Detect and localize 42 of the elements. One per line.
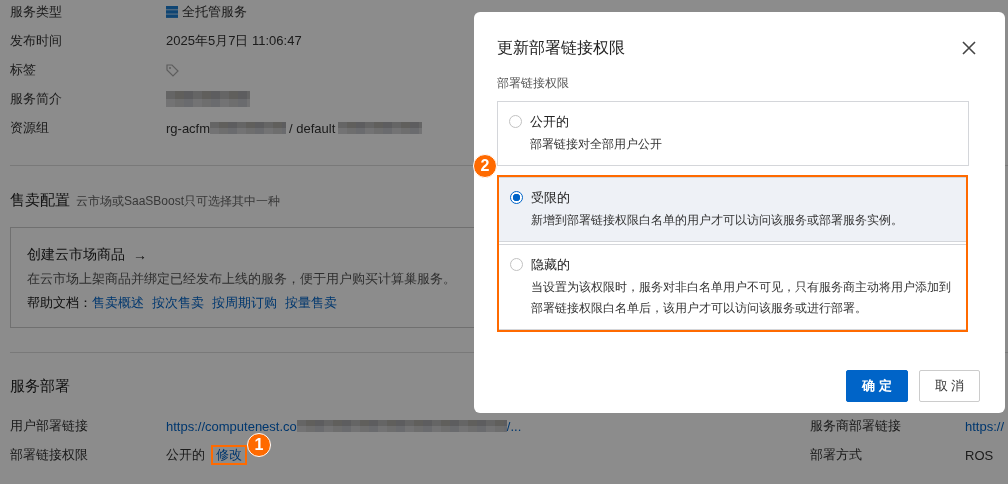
callout-badge: 2 <box>473 154 497 178</box>
field-label: 服务类型 <box>10 3 63 21</box>
field-label: 服务商部署链接 <box>810 417 902 435</box>
section-title: 售卖配置 <box>10 191 70 210</box>
field-label: 部署方式 <box>810 446 863 464</box>
field-value: 公开的 <box>166 446 205 464</box>
field-label: 资源组 <box>10 119 50 137</box>
help-label: 帮助文档： <box>27 294 92 312</box>
radio-option[interactable]: 受限的 新增到部署链接权限白名单的用户才可以访问该服务或部署服务实例。 <box>499 177 966 242</box>
help-link[interactable]: 按周期订购 <box>212 294 277 312</box>
deploy-link[interactable]: https:// <box>965 418 1008 434</box>
field-label: 部署链接权限 <box>497 75 570 92</box>
arrow-icon[interactable]: → <box>133 247 147 263</box>
close-icon[interactable] <box>962 41 976 55</box>
field-value: 全托管服务 <box>182 3 247 21</box>
section-title: 服务部署 <box>10 377 70 396</box>
deploy-link[interactable]: /... <box>506 418 522 434</box>
cancel-button[interactable]: 取 消 <box>919 370 980 402</box>
radio-option[interactable]: 隐藏的 当设置为该权限时，服务对非白名单用户不可见，只有服务商主动将用户添加到部署链接权限白名单后，该用户才可以访问该服务或进行部署。 <box>499 244 966 330</box>
tag-icon <box>166 63 179 77</box>
radio-option[interactable]: 公开的 部署链接对全部用户公开 <box>497 101 969 166</box>
server-icon <box>166 6 178 18</box>
field-value: ROS <box>965 447 995 463</box>
card-title[interactable]: 创建云市场商品 <box>27 246 125 264</box>
help-link[interactable]: 售卖概述 <box>92 294 144 312</box>
field-value: / default <box>289 120 336 136</box>
help-link[interactable]: 按次售卖 <box>152 294 204 312</box>
field-value: 2025年5月7日 11:06:47 <box>166 32 302 50</box>
dialog-title: 更新部署链接权限 <box>497 37 625 58</box>
field-value: rg-acfm <box>166 120 211 136</box>
field-label: 用户部署链接 <box>10 417 89 435</box>
field-label: 标签 <box>10 61 37 79</box>
card-description: 在云市场上架商品并绑定已经发布上线的服务，便于用户购买计算巢服务。 <box>27 270 456 288</box>
field-label: 发布时间 <box>10 32 63 50</box>
callout-badge: 1 <box>247 433 271 457</box>
deploy-link[interactable]: https://computenest.co <box>166 418 297 434</box>
field-label: 服务简介 <box>10 90 63 108</box>
section-hint: 云市场或SaaSBoost只可选择其中一种 <box>76 193 281 210</box>
confirm-button[interactable]: 确 定 <box>846 370 908 402</box>
field-label: 部署链接权限 <box>10 446 89 464</box>
edit-link[interactable]: 修改 <box>216 447 242 462</box>
help-link[interactable]: 按量售卖 <box>285 294 337 312</box>
